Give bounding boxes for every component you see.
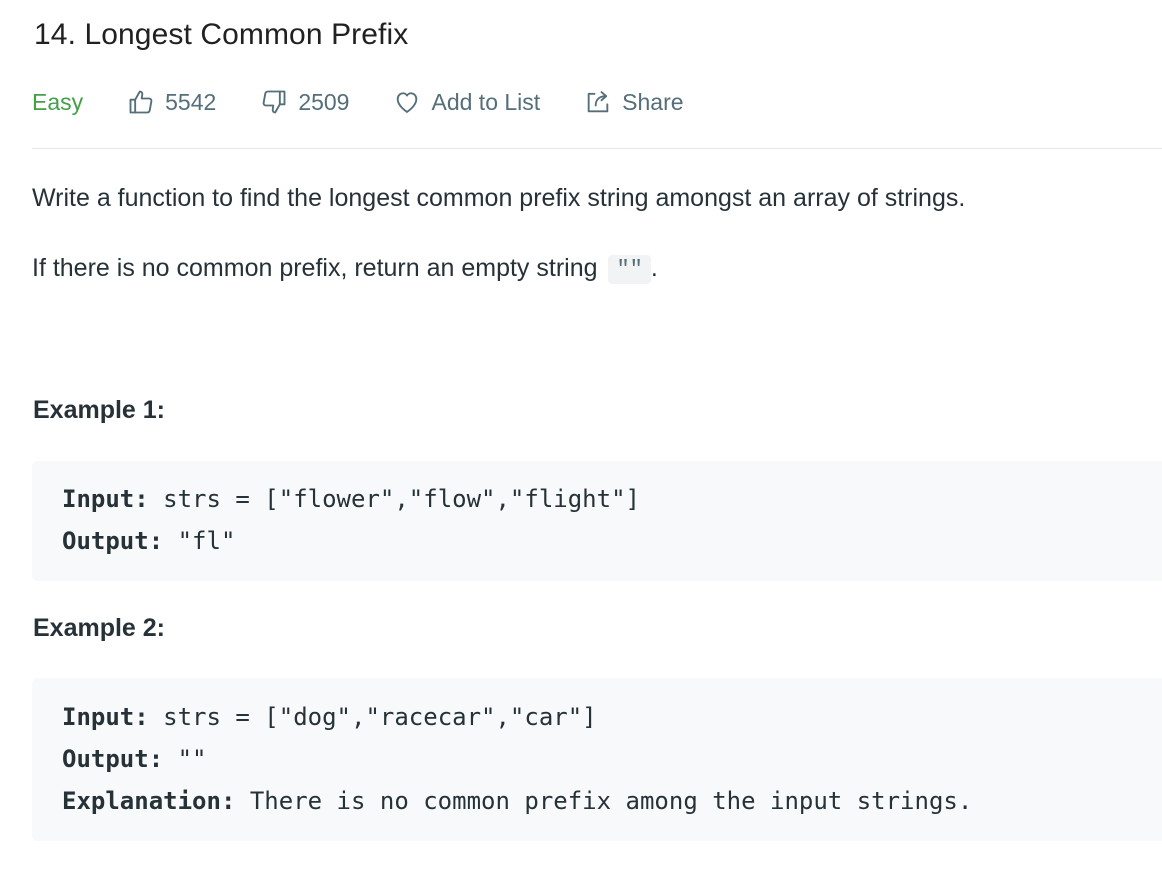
output-label: Output:	[62, 527, 164, 555]
heart-icon	[393, 88, 421, 116]
thumbs-down-icon	[260, 88, 288, 116]
output-label: Output:	[62, 745, 164, 773]
share-icon	[584, 88, 612, 116]
output-value: "fl"	[163, 527, 236, 555]
explanation-value: There is no common prefix among the inpu…	[235, 787, 973, 815]
input-value: strs = ["dog","racecar","car"]	[148, 703, 597, 731]
problem-description-panel: 14. Longest Common Prefix Easy 5542 2509	[0, 0, 1162, 880]
example-heading: Example 1:	[33, 396, 166, 424]
dislike-button[interactable]: 2509	[260, 88, 349, 116]
description-paragraph: Write a function to find the longest com…	[32, 184, 966, 212]
difficulty-label: Easy	[32, 88, 84, 115]
description-paragraph: If there is no common prefix, return an …	[32, 254, 658, 284]
example-input-line: Input: strs = ["dog","racecar","car"]	[62, 696, 1132, 738]
example-explanation-line: Explanation: There is no common prefix a…	[62, 780, 1132, 822]
like-button[interactable]: 5542	[127, 88, 216, 116]
input-label: Input:	[62, 485, 149, 513]
input-label: Input:	[62, 703, 149, 731]
output-value: ""	[163, 745, 207, 773]
add-to-list-button[interactable]: Add to List	[393, 88, 540, 116]
thumbs-up-icon	[127, 88, 155, 116]
header-divider	[32, 148, 1162, 149]
problem-title: 14. Longest Common Prefix	[34, 18, 409, 51]
example-output-line: Output: "fl"	[62, 520, 1132, 562]
description-text: If there is no common prefix, return an …	[32, 254, 598, 282]
description-punctuation: .	[650, 254, 658, 282]
example-heading: Example 2:	[33, 614, 166, 642]
explanation-label: Explanation:	[62, 787, 236, 815]
example-code-block: Input: strs = ["flower","flow","flight"]…	[32, 461, 1162, 581]
example-output-line: Output: ""	[62, 738, 1132, 780]
example-input-line: Input: strs = ["flower","flow","flight"]	[62, 478, 1132, 520]
share-label: Share	[622, 88, 684, 115]
like-count: 5542	[165, 88, 217, 115]
example-code-block: Input: strs = ["dog","racecar","car"] Out…	[32, 678, 1162, 841]
inline-code: ""	[608, 255, 651, 284]
input-value: strs = ["flower","flow","flight"]	[148, 485, 640, 513]
dislike-count: 2509	[298, 88, 350, 115]
problem-meta-bar: Easy 5542 2509 Add to List Share	[32, 84, 684, 120]
share-button[interactable]: Share	[584, 88, 684, 116]
add-to-list-label: Add to List	[431, 88, 541, 115]
